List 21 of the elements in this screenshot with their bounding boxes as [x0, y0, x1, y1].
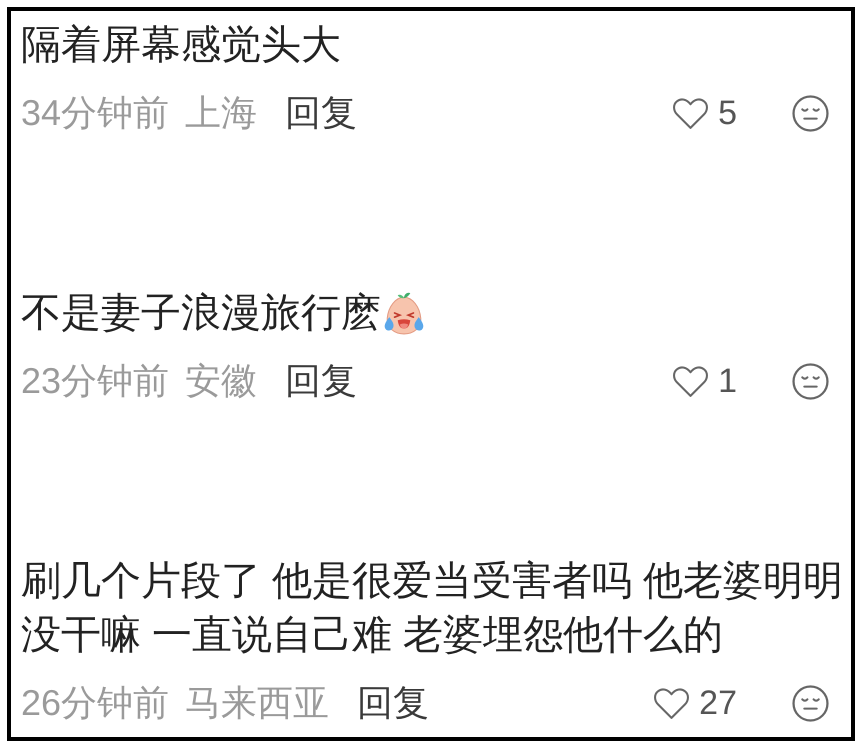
reply-link[interactable]: 回复	[285, 93, 358, 133]
comment-text: 不是妻子浪漫旅行麽	[21, 290, 381, 337]
reply-link[interactable]: 回复	[357, 683, 430, 723]
face-icon[interactable]	[792, 94, 829, 132]
like-count: 27	[699, 683, 737, 723]
comment-time: 23分钟前	[21, 361, 170, 401]
comment-text: 隔着屏幕感觉头大	[21, 22, 341, 69]
comment-text: 刷几个片段了 他是很爱当受害者吗 他老婆明明没干嘛 一直说自己难 老婆埋怨他什么的	[21, 558, 844, 659]
comment-location: 安徽	[185, 361, 258, 401]
like-count: 5	[718, 93, 737, 133]
comment-time: 34分钟前	[21, 93, 170, 133]
heart-icon[interactable]	[653, 686, 690, 720]
heart-icon[interactable]	[672, 364, 710, 398]
comment-time: 26分钟前	[21, 683, 170, 723]
reply-link[interactable]: 回复	[285, 361, 358, 401]
comment-location: 马来西亚	[185, 683, 330, 723]
heart-icon[interactable]	[672, 96, 710, 130]
face-icon[interactable]	[792, 362, 829, 400]
like-count: 1	[718, 361, 737, 401]
face-icon[interactable]	[792, 684, 829, 722]
comment-location: 上海	[185, 93, 258, 133]
